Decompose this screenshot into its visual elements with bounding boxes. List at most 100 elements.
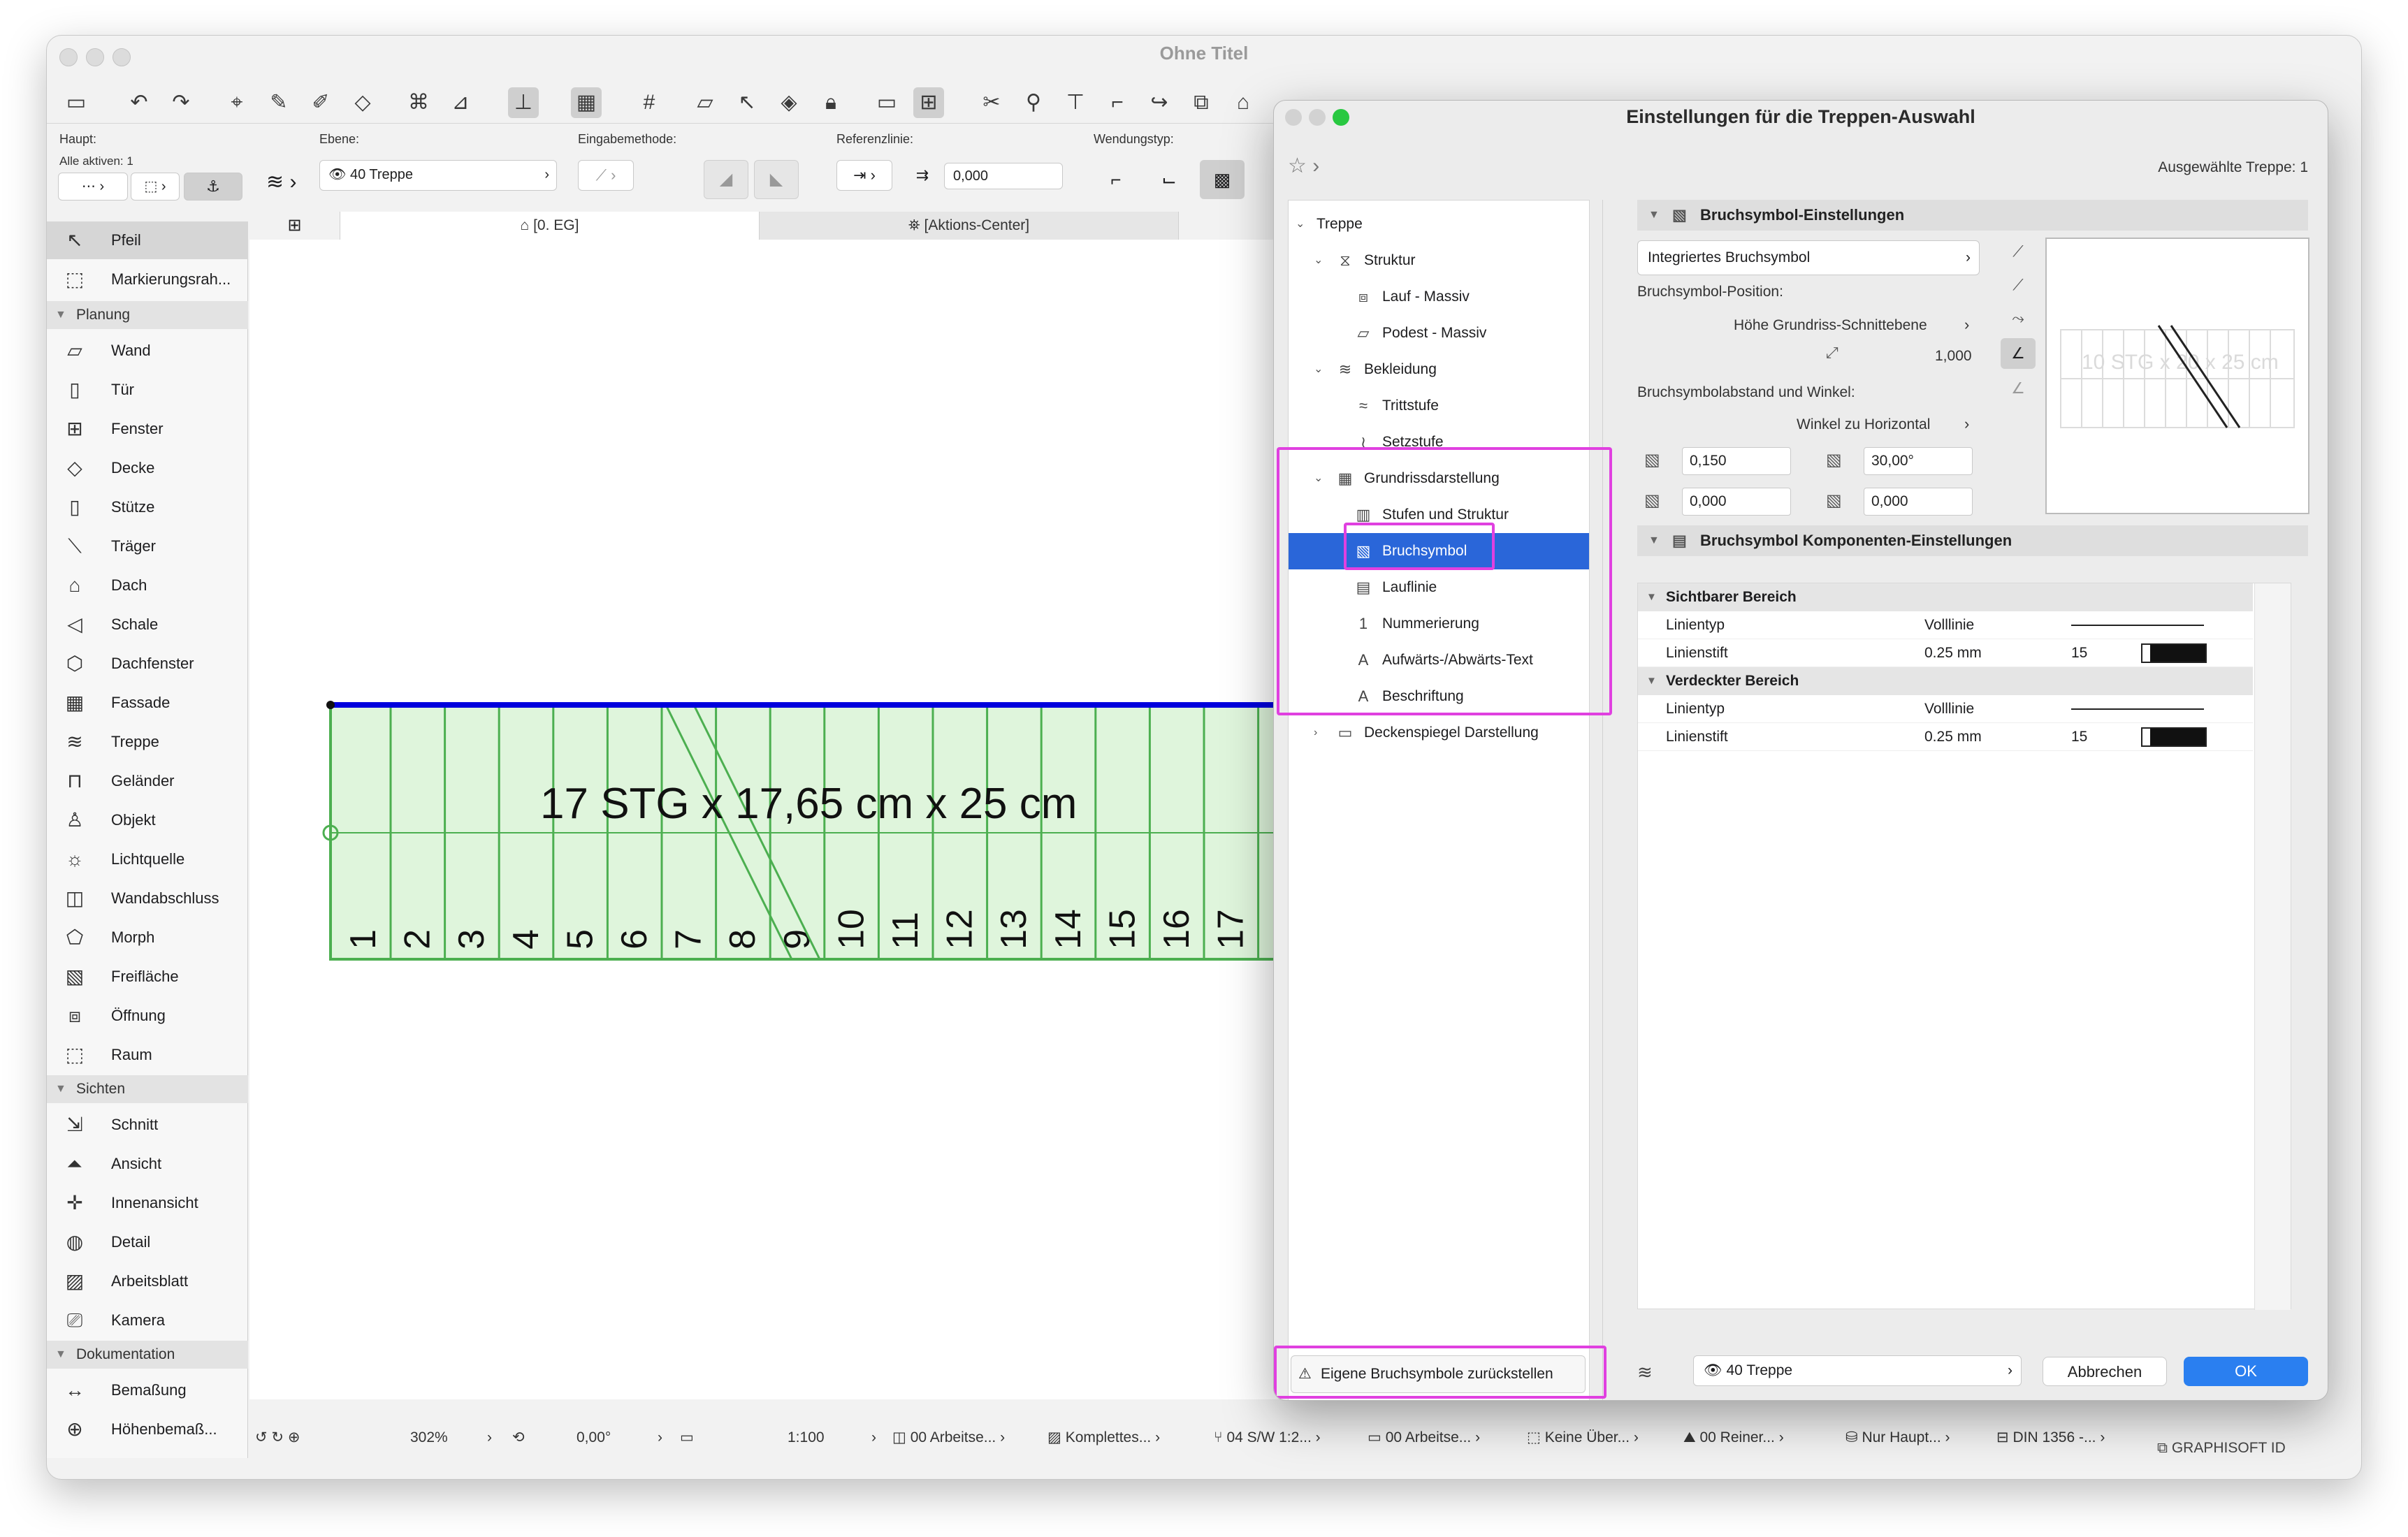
reset-break-marks-button[interactable]: ⚠ Eigene Bruchsymbole zurückstellen [1291,1355,1586,1393]
tool-dachfenster[interactable]: ⬡ Dachfenster [47,645,248,683]
toolbox-section-planung[interactable]: Planung [47,301,248,329]
tree-item-setzstufe[interactable]: ≀ Setzstufe [1289,424,1589,460]
zoom-level[interactable]: 302% [410,1420,448,1455]
zoom-tools[interactable]: ↺ ↻ ⊕ [255,1420,300,1455]
tool-lichtquelle[interactable]: ☼ Lichtquelle [47,840,248,878]
tool-geländer[interactable]: ⊓ Geländer [47,762,248,800]
graphisoft-id[interactable]: ⧉ GRAPHISOFT ID [2150,1440,2286,1457]
toolbox-section-dokumentation[interactable]: Dokumentation [47,1341,248,1369]
winder-type-2-icon[interactable]: ⌙ [1147,160,1191,199]
tree-item-lauflinie[interactable]: ▤ Lauflinie [1289,569,1589,606]
redo-icon[interactable]: ↷ [166,87,196,118]
status-item-4[interactable]: ▭ 00 Arbeitse... › [1368,1420,1480,1455]
eyedropper-icon[interactable]: ✎ [263,87,294,118]
break-settings-header[interactable]: ▼ ▧ Bruchsymbol-Einstellungen [1637,200,2308,231]
visible-linetype-row[interactable]: Linientyp Volllinie [1638,611,2253,639]
tree-item-podest-massiv[interactable]: ▱ Podest - Massiv [1289,315,1589,351]
scale-value[interactable]: 1:100 [788,1420,825,1455]
winder-type-1-icon[interactable]: ⌐ [1094,160,1138,199]
tool-detail[interactable]: ◍ Detail [47,1223,248,1261]
stair-boundary-icon[interactable]: ◣ [754,160,799,199]
stair-polyline-icon[interactable]: ◢ [704,160,748,199]
tree-item-struktur[interactable]: ⌄ ⧖ Struktur [1289,242,1589,279]
element-filter-button[interactable]: ⋯ › [58,173,128,201]
tab-action-center[interactable]: ⛯ [Aktions-Center] [760,212,1179,240]
table-scrollbar[interactable] [2254,583,2291,1310]
tool-innenansicht[interactable]: ✛ Innenansicht [47,1184,248,1222]
view-angle[interactable]: 0,00° [576,1420,611,1455]
visible-pen-row[interactable]: Linienstift 0.25 mm 15 [1638,639,2253,667]
favorites-star-icon[interactable]: ☆ › [1288,151,1330,182]
break-style-3-icon[interactable]: ⤳ [2001,305,2036,333]
tool-träger[interactable]: ⟍ Träger [47,527,248,565]
tool-schale[interactable]: ◁ Schale [47,606,248,643]
chevron-down-icon[interactable]: ⌄ [1314,242,1323,279]
fillet-icon[interactable]: ⌐ [1102,87,1133,118]
tree-item-trittstufe[interactable]: ≈ Trittstufe [1289,388,1589,424]
break-distance-input[interactable]: 0,150 [1682,447,1791,475]
chevron-right-icon[interactable]: › [1964,415,1969,433]
tool-marquee[interactable]: ⬚ Markierungsrah... [47,261,248,298]
tree-item-nummerierung[interactable]: 1 Nummerierung [1289,606,1589,642]
components-header[interactable]: ▼ ▤ Bruchsymbol Komponenten-Einstellunge… [1637,525,2308,556]
toolbox-section-sichten[interactable]: Sichten [47,1075,248,1103]
pen-color-swatch[interactable] [2141,727,2207,747]
chevron-down-icon[interactable]: ⌄ [1296,206,1305,242]
tool-kamera[interactable]: ⎚ Kamera [47,1302,248,1339]
winder-type-3-icon[interactable]: ▩ [1200,160,1245,199]
cancel-button[interactable]: Abbrechen [2043,1357,2167,1386]
lock-icon[interactable]: 🔒︎ [815,87,846,118]
tree-item-treppe[interactable]: ⌄ Treppe [1289,206,1589,242]
guide-icon[interactable]: ⊿ [445,87,476,118]
tree-item-deckenspiegel-darstellung[interactable]: › ▭ Deckenspiegel Darstellung [1289,715,1589,751]
selection-filter-button[interactable]: ⬚ › [131,173,180,201]
cursor-snap-icon[interactable]: ↖ [732,87,762,118]
inject-icon[interactable]: ✐ [305,87,336,118]
tree-item-bruchsymbol[interactable]: ▧ Bruchsymbol [1289,533,1589,569]
tool-arbeitsblatt[interactable]: ▨ Arbeitsblatt [47,1262,248,1300]
angle-mode-value[interactable]: Winkel zu Horizontal [1797,416,1930,433]
tool-dach[interactable]: ⌂ Dach [47,567,248,604]
visible-area-group[interactable]: Sichtbarer Bereich [1638,583,2253,611]
anchor-icon[interactable]: ⚓︎ [184,173,242,201]
tool-treppe[interactable]: ≋ Treppe [47,723,248,761]
gravity-icon[interactable]: ⊥ [508,87,539,118]
home-icon[interactable]: ⌂ [1228,87,1259,118]
break-type-select[interactable]: Integriertes Bruchsymbol › [1637,240,1980,275]
tool-pfeil[interactable]: ↖ Pfeil [47,221,248,259]
status-item-3[interactable]: ⑂ 04 S/W 1:2... › [1214,1420,1321,1455]
tool-stütze[interactable]: ▯ Stütze [47,488,248,526]
tool-bemaßung[interactable]: ↔ Bemaßung [47,1371,248,1409]
reference-offset-input[interactable]: 0,000 [944,163,1063,189]
trim-icon[interactable]: ✂ [976,87,1007,118]
tree-item-bekleidung[interactable]: ⌄ ≋ Bekleidung [1289,351,1589,388]
pen-color-swatch[interactable] [2141,643,2207,663]
curve-icon[interactable]: ↪ [1144,87,1175,118]
surface-icon[interactable]: ◈ [774,87,804,118]
group-icon[interactable]: ⊞ [913,87,944,118]
tool-decke[interactable]: ◇ Decke [47,449,248,487]
ok-button[interactable]: OK [2184,1357,2308,1386]
tool-höhenbemaß[interactable]: ⊕ Höhenbemaß... [47,1411,248,1448]
tool-morph[interactable]: ⬠ Morph [47,919,248,956]
undo-icon[interactable]: ↶ [124,87,154,118]
hidden-area-group[interactable]: Verdeckter Bereich [1638,667,2253,695]
transform-icon[interactable]: ⧉ [1186,87,1217,118]
tree-item-stufen-und-struktur[interactable]: ▥ Stufen und Struktur [1289,497,1589,533]
layer-select[interactable]: 👁︎ 40 Treppe › [319,160,557,191]
3d-select-icon[interactable]: ◇ [347,87,378,118]
break-position-value[interactable]: Höhe Grundriss-Schnittebene [1734,317,1927,334]
status-item-2[interactable]: ▨ Komplettes... › [1047,1420,1160,1455]
plane-icon[interactable]: ▱ [690,87,720,118]
status-item-6[interactable]: ⛰ 00 Reiner... › [1683,1420,1784,1455]
tool-objekt[interactable]: ♙ Objekt [47,801,248,839]
intersect-icon[interactable]: ⊤ [1060,87,1091,118]
break-offset-input[interactable]: 0,000 [1682,488,1791,516]
break-angle-input[interactable]: 30,00° [1864,447,1973,475]
tool-raum[interactable]: ⬚ Raum [47,1036,248,1074]
chevron-right-icon[interactable]: › [1964,316,1969,334]
chevron-down-icon[interactable]: ⌄ [1314,351,1323,388]
tree-item-beschriftung[interactable]: A Beschriftung [1289,678,1589,715]
status-item-5[interactable]: ⬚ Keine Über... › [1527,1420,1639,1455]
chevron-down-icon[interactable]: ⌄ [1314,460,1323,497]
